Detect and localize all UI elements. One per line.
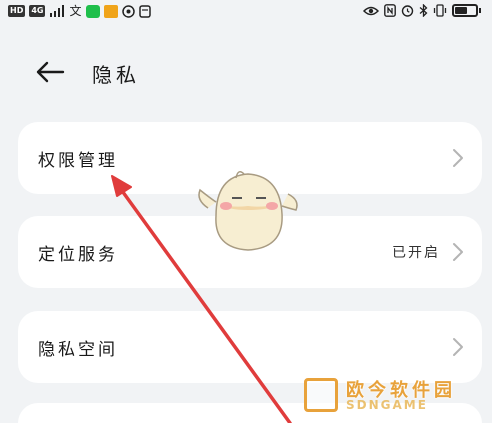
app-notification-icon	[103, 4, 118, 18]
alarm-icon	[401, 5, 414, 17]
nfc-icon	[384, 4, 396, 17]
wechat-icon	[85, 4, 100, 18]
status-bar: HD 4G 文	[0, 0, 492, 26]
eye-icon	[363, 6, 379, 15]
watermark-logo-icon	[304, 378, 338, 412]
location-status-value: 已开启	[392, 245, 440, 261]
watermark: 欧今软件园 SDNGAME	[300, 372, 486, 418]
battery-level	[455, 7, 468, 14]
page-header: 隐私	[0, 50, 492, 94]
chevron-right-icon	[453, 243, 463, 261]
mascot-sticker-icon	[198, 171, 298, 251]
battery-icon	[452, 4, 481, 17]
text-app-icon: 文	[69, 4, 82, 18]
status-bar-left: HD 4G 文	[8, 4, 151, 18]
watermark-subtext: SDNGAME	[346, 398, 428, 412]
hd-badge: HD	[8, 5, 26, 17]
menu-item-label: 隐私空间	[38, 340, 118, 360]
page-title: 隐私	[92, 63, 140, 87]
back-button[interactable]	[32, 54, 68, 90]
app-icon	[138, 4, 151, 18]
menu-item-label: 权限管理	[38, 151, 118, 171]
arrow-left-icon	[36, 61, 65, 83]
signal-icon	[50, 5, 65, 17]
vibrate-icon	[433, 4, 447, 17]
menu-item-label: 定位服务	[38, 245, 118, 265]
chevron-right-icon	[453, 149, 463, 167]
bluetooth-icon	[419, 4, 428, 17]
network-badge: 4G	[29, 5, 46, 17]
chevron-right-icon	[453, 338, 463, 356]
status-bar-right	[363, 4, 481, 17]
camera-icon	[121, 4, 135, 18]
